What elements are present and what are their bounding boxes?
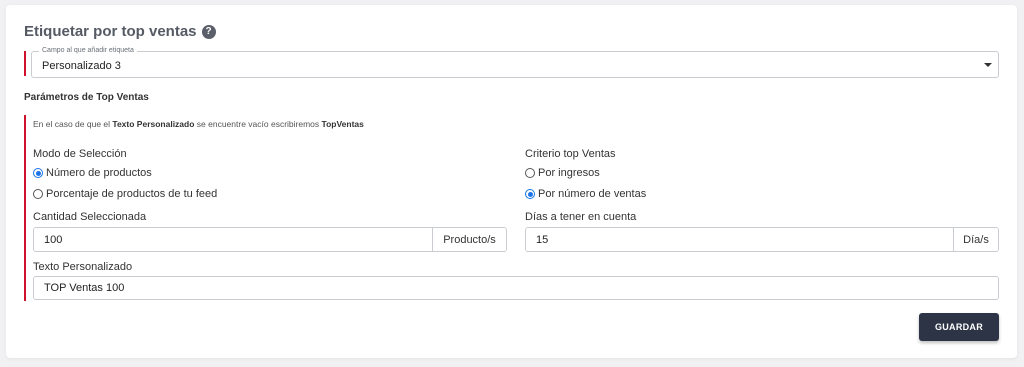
quantity-unit-addon: Producto/s (432, 228, 506, 251)
chevron-down-icon (984, 63, 992, 67)
page-title-text: Etiquetar por top ventas (24, 23, 197, 40)
radio-by-number-of-sales[interactable]: Por número de ventas (525, 188, 646, 200)
days-unit-addon: Día/s (953, 228, 998, 251)
select-accent-bar (24, 51, 26, 76)
radio-checked-icon (33, 168, 43, 178)
quantity-input-group: Producto/s (33, 227, 507, 252)
radio-label: Número de productos (46, 167, 152, 179)
days-input-group: Día/s (525, 227, 999, 252)
custom-text-input[interactable] (33, 276, 999, 300)
radio-checked-icon (525, 189, 535, 199)
days-input[interactable] (526, 228, 953, 251)
info-middle: se encuentre vacío escribiremos (194, 119, 322, 129)
params-info-text: En el caso de que el Texto Personalizado… (33, 119, 364, 129)
info-bold-topventas: TopVentas (321, 119, 364, 129)
days-label: Días a tener en cuenta (525, 211, 637, 223)
quantity-label: Cantidad Seleccionada (33, 211, 147, 223)
field-select-legend: Campo al que añadir etiqueta (39, 47, 137, 54)
radio-unchecked-icon (525, 168, 535, 178)
radio-label: Por ingresos (538, 167, 600, 179)
page-title: Etiquetar por top ventas ? (24, 23, 216, 40)
field-select-value: Personalizado 3 (42, 60, 121, 72)
radio-label: Porcentaje de productos de tu feed (46, 188, 218, 200)
save-button[interactable]: GUARDAR (919, 313, 999, 341)
info-prefix: En el caso de que el (33, 119, 113, 129)
radio-number-of-products[interactable]: Número de productos (33, 167, 152, 179)
radio-percentage-of-products[interactable]: Porcentaje de productos de tu feed (33, 188, 217, 200)
radio-unchecked-icon (33, 189, 43, 199)
criteria-label: Criterio top Ventas (525, 148, 616, 160)
info-bold-custom-text: Texto Personalizado (112, 119, 195, 129)
field-select[interactable]: Campo al que añadir etiqueta Personaliza… (31, 47, 999, 78)
params-accent-bar (24, 115, 26, 301)
custom-text-label: Texto Personalizado (33, 261, 133, 273)
help-icon[interactable]: ? (201, 24, 216, 39)
params-section-title: Parámetros de Top Ventas (24, 92, 149, 103)
selection-mode-label: Modo de Selección (33, 148, 127, 160)
radio-by-revenue[interactable]: Por ingresos (525, 167, 600, 179)
radio-label: Por número de ventas (538, 188, 647, 200)
quantity-input[interactable] (34, 228, 432, 251)
